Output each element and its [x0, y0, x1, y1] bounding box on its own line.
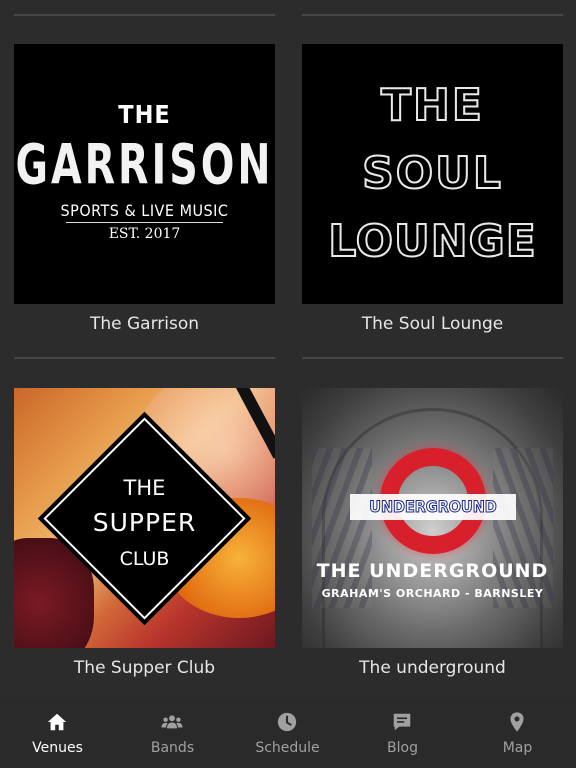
venue-card-underground-image[interactable]: UNDERGROUND THE UNDERGROUND GRAHAM'S ORC… [302, 388, 563, 648]
map-pin-icon [510, 712, 524, 732]
garrison-logo-rule [66, 222, 223, 223]
top-divider-left [14, 14, 275, 16]
clock-icon [277, 712, 297, 732]
venue-card-garrison-image[interactable]: THE GARRISON SPORTS & LIVE MUSIC EST. 20… [14, 44, 275, 304]
soul-logo-soul: SOUL [361, 147, 503, 200]
top-divider-right [302, 14, 563, 16]
soul-logo-the: THE [380, 79, 484, 132]
supper-logo-the: THE [123, 476, 166, 500]
tab-schedule-label: Schedule [255, 740, 320, 756]
supper-logo-club: CLUB [119, 548, 170, 570]
tab-map[interactable]: Map [460, 698, 575, 768]
venue-name-underground[interactable]: The underground [302, 658, 563, 678]
mid-divider-left [14, 357, 275, 359]
bottom-tab-bar: Venues Bands Schedule Blog Map [0, 698, 576, 768]
tab-map-label: Map [502, 740, 533, 756]
mid-divider-right [302, 357, 563, 359]
underground-logo-location: GRAHAM'S ORCHARD - BARNSLEY [321, 587, 544, 600]
garrison-logo-title: GARRISON [15, 133, 274, 198]
tab-schedule[interactable]: Schedule [230, 698, 345, 768]
soul-logo-lounge: LOUNGE [327, 215, 537, 268]
underground-graffiti-left [312, 448, 372, 608]
tab-bands-label: Bands [150, 740, 195, 756]
venue-card-soul-lounge-image[interactable]: THE SOUL LOUNGE [302, 44, 563, 304]
tab-blog[interactable]: Blog [345, 698, 460, 768]
underground-graffiti-right [493, 448, 553, 608]
venue-name-garrison[interactable]: The Garrison [14, 314, 275, 334]
tab-blog-label: Blog [387, 740, 418, 756]
home-icon [47, 713, 67, 731]
users-icon [161, 715, 183, 729]
underground-roundel-text: UNDERGROUND [369, 497, 497, 517]
venue-name-soul-lounge[interactable]: The Soul Lounge [302, 314, 563, 334]
venue-name-supper-club[interactable]: The Supper Club [14, 658, 275, 678]
garrison-logo-established: EST. 2017 [108, 226, 181, 242]
venue-card-supper-club-image[interactable]: THE SUPPER CLUB [14, 388, 275, 648]
garrison-logo-tagline: SPORTS & LIVE MUSIC [60, 201, 229, 220]
tab-venues-label: Venues [32, 740, 83, 756]
garrison-logo-the: THE [118, 100, 171, 129]
tab-venues[interactable]: Venues [0, 698, 115, 768]
supper-logo-supper: SUPPER [92, 508, 197, 537]
tab-bands[interactable]: Bands [115, 698, 230, 768]
message-icon [393, 713, 411, 731]
underground-logo-title: THE UNDERGROUND [316, 560, 549, 582]
